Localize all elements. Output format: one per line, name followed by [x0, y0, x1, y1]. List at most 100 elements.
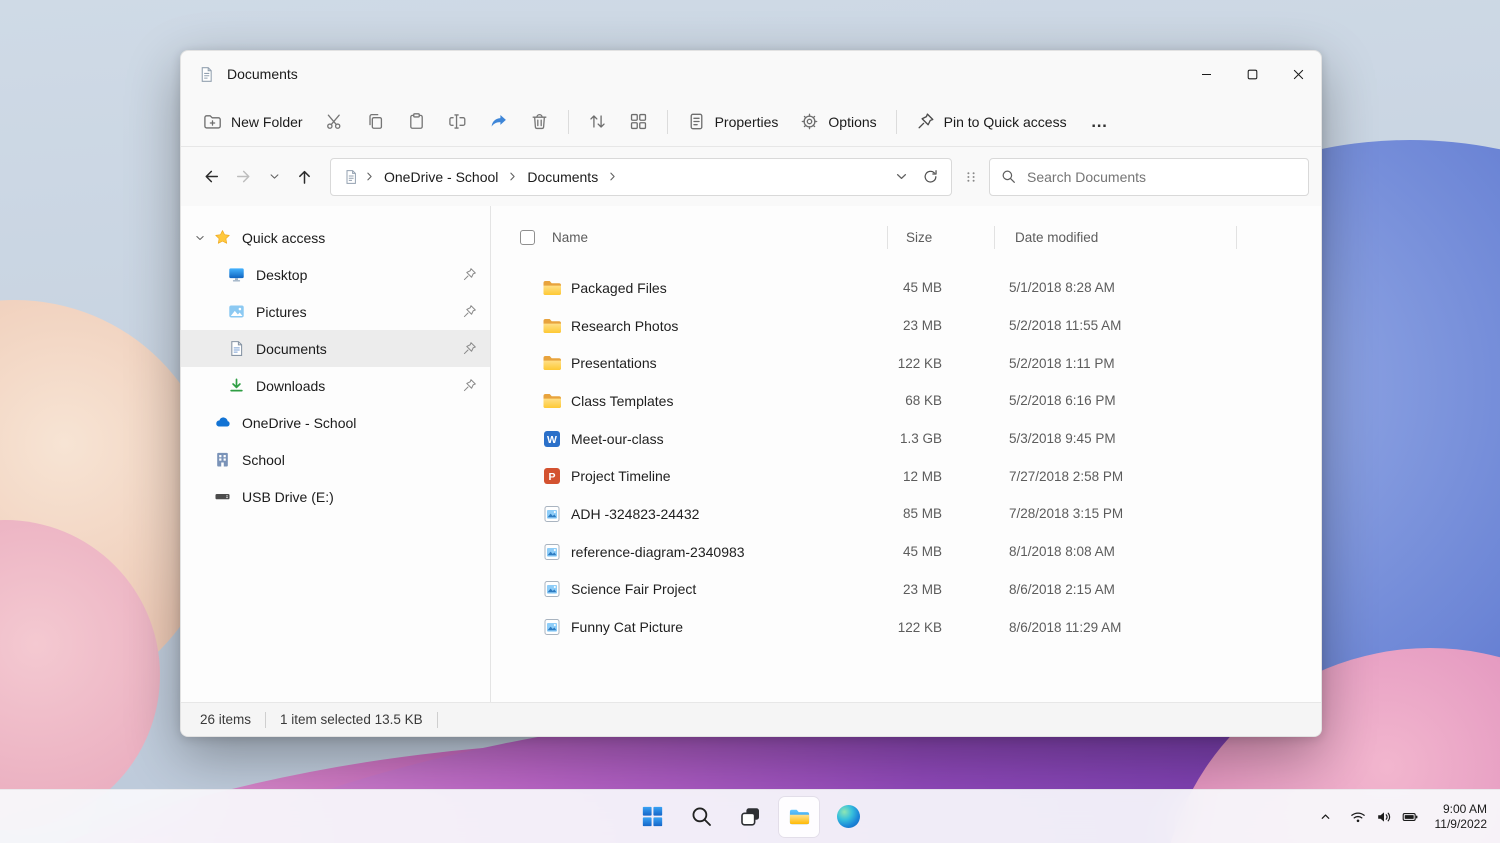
file-size: 1.3 GB: [887, 431, 994, 446]
properties-button[interactable]: Properties: [677, 105, 789, 138]
chevron-right-icon[interactable]: [606, 170, 619, 183]
new-folder-button[interactable]: New Folder: [193, 105, 313, 138]
date-modified-column-header[interactable]: Date modified: [994, 230, 1236, 245]
file-row-reference-diagram[interactable]: reference-diagram-2340983 45 MB 8/1/2018…: [491, 533, 1321, 571]
sidebar-item-documents[interactable]: Documents: [181, 330, 490, 367]
taskbar-search-button[interactable]: [681, 797, 721, 837]
status-bar: 26 items 1 item selected 13.5 KB: [181, 702, 1321, 736]
volume-icon[interactable]: [1376, 809, 1392, 825]
paste-button[interactable]: [397, 105, 436, 138]
sidebar-item-quick-access[interactable]: Quick access: [181, 219, 490, 256]
sidebar-item-school[interactable]: School: [181, 441, 490, 478]
file-name: Meet-our-class: [571, 431, 664, 447]
sidebar-item-downloads[interactable]: Downloads: [181, 367, 490, 404]
system-tray: 9:00 AM 11/9/2022: [1319, 790, 1500, 843]
file-row-research-photos[interactable]: Research Photos 23 MB 5/2/2018 11:55 AM: [491, 307, 1321, 345]
sidebar-item-label: Downloads: [256, 378, 325, 394]
pin-icon[interactable]: [462, 267, 477, 282]
up-button[interactable]: [287, 160, 321, 194]
share-icon: [489, 112, 508, 131]
sidebar-item-desktop[interactable]: Desktop: [181, 256, 490, 293]
sidebar-item-pictures[interactable]: Pictures: [181, 293, 490, 330]
usb-drive-icon: [214, 488, 231, 505]
refresh-icon[interactable]: [923, 169, 938, 184]
column-separator[interactable]: [994, 226, 995, 249]
forward-button[interactable]: [227, 160, 261, 194]
address-bar-tools: [894, 169, 942, 184]
edge-taskbar-button[interactable]: [828, 797, 868, 837]
more-options-button[interactable]: …: [1079, 112, 1121, 132]
maximize-icon: [1245, 67, 1260, 82]
search-box[interactable]: [989, 158, 1309, 196]
search-icon: [1001, 169, 1016, 184]
file-row-science-fair-project[interactable]: Science Fair Project 23 MB 8/6/2018 2:15…: [491, 571, 1321, 609]
maximize-button[interactable]: [1229, 51, 1275, 97]
file-size: 122 KB: [887, 620, 994, 635]
file-date-modified: 8/1/2018 8:08 AM: [994, 544, 1236, 559]
address-bar[interactable]: OneDrive - School Documents: [330, 158, 952, 196]
column-separator[interactable]: [887, 226, 888, 249]
file-row-presentations[interactable]: Presentations 122 KB 5/2/2018 1:11 PM: [491, 344, 1321, 382]
task-view-button[interactable]: [730, 797, 770, 837]
chevron-down-icon[interactable]: [194, 232, 206, 244]
properties-icon: [687, 112, 706, 131]
window-titlebar[interactable]: Documents: [181, 51, 1321, 97]
location-icon: [343, 169, 359, 185]
rename-button[interactable]: [438, 105, 477, 138]
downloads-icon: [228, 377, 245, 394]
image-file-icon: [542, 542, 562, 562]
options-button[interactable]: Options: [790, 105, 886, 138]
resize-grip-icon[interactable]: [963, 169, 979, 185]
close-button[interactable]: [1275, 51, 1321, 97]
minimize-button[interactable]: [1183, 51, 1229, 97]
copy-icon: [366, 112, 385, 131]
taskbar-clock[interactable]: 9:00 AM 11/9/2022: [1435, 802, 1488, 832]
breadcrumb-documents[interactable]: Documents: [520, 165, 605, 189]
pin-icon[interactable]: [462, 304, 477, 319]
file-row-project-timeline[interactable]: Project Timeline 12 MB 7/27/2018 2:58 PM: [491, 457, 1321, 495]
breadcrumb-onedrive[interactable]: OneDrive - School: [377, 165, 505, 189]
pin-icon[interactable]: [462, 378, 477, 393]
file-date-modified: 5/1/2018 8:28 AM: [994, 280, 1236, 295]
size-column-header[interactable]: Size: [887, 230, 994, 245]
sort-button[interactable]: [578, 105, 617, 138]
cut-button[interactable]: [315, 105, 354, 138]
file-row-meet-our-class[interactable]: Meet-our-class 1.3 GB 5/3/2018 9:45 PM: [491, 420, 1321, 458]
file-name: Class Templates: [571, 393, 673, 409]
onedrive-cloud-icon: [214, 414, 231, 431]
battery-icon[interactable]: [1402, 809, 1418, 825]
properties-label: Properties: [715, 114, 779, 130]
share-button[interactable]: [479, 105, 518, 138]
file-list-pane: Name Size Date modified Packaged Files 4…: [491, 206, 1321, 702]
back-button[interactable]: [193, 160, 227, 194]
file-row-funny-cat-picture[interactable]: Funny Cat Picture 122 KB 8/6/2018 11:29 …: [491, 608, 1321, 646]
file-date-modified: 5/2/2018 6:16 PM: [994, 393, 1236, 408]
chevron-right-icon[interactable]: [506, 170, 519, 183]
powerpoint-icon: [542, 466, 562, 486]
copy-button[interactable]: [356, 105, 395, 138]
file-name: Funny Cat Picture: [571, 619, 683, 635]
pin-icon[interactable]: [462, 341, 477, 356]
wifi-icon[interactable]: [1350, 809, 1366, 825]
search-input[interactable]: [1025, 168, 1297, 186]
file-explorer-taskbar-button[interactable]: [779, 797, 819, 837]
sidebar-item-usb-drive[interactable]: USB Drive (E:): [181, 478, 490, 515]
delete-button[interactable]: [520, 105, 559, 138]
name-column-header[interactable]: Name: [491, 230, 887, 245]
toolbar-separator: [667, 110, 668, 134]
hidden-icons-chevron-icon[interactable]: [1319, 810, 1332, 823]
file-row-class-templates[interactable]: Class Templates 68 KB 5/2/2018 6:16 PM: [491, 382, 1321, 420]
pin-to-quick-access-button[interactable]: Pin to Quick access: [906, 105, 1077, 138]
start-button[interactable]: [632, 797, 672, 837]
sidebar-item-label: Documents: [256, 341, 327, 357]
file-row-packaged-files[interactable]: Packaged Files 45 MB 5/1/2018 8:28 AM: [491, 269, 1321, 307]
sidebar-item-onedrive-school[interactable]: OneDrive - School: [181, 404, 490, 441]
recent-locations-button[interactable]: [261, 160, 287, 194]
up-icon: [296, 168, 313, 185]
file-size: 45 MB: [887, 544, 994, 559]
file-row-adh[interactable]: ADH -324823-24432 85 MB 7/28/2018 3:15 P…: [491, 495, 1321, 533]
column-separator[interactable]: [1236, 226, 1237, 249]
select-all-checkbox[interactable]: [520, 230, 535, 245]
view-button[interactable]: [619, 105, 658, 138]
address-dropdown-icon[interactable]: [894, 169, 909, 184]
